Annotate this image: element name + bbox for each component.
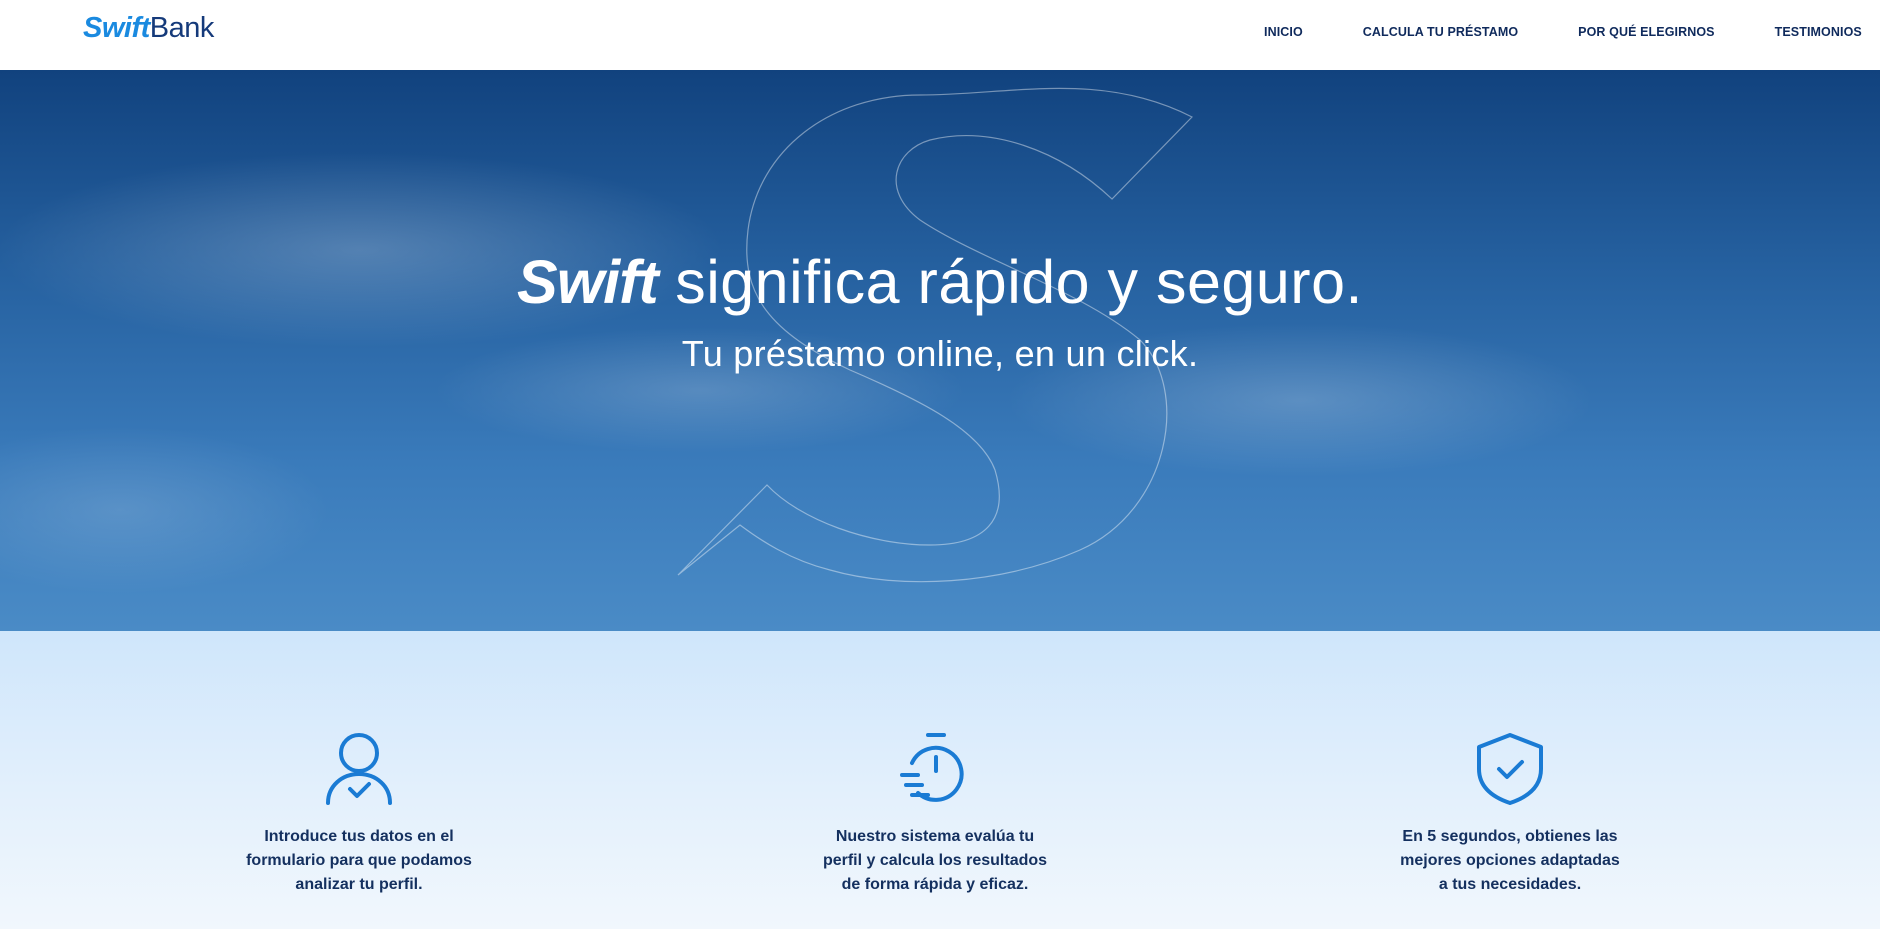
logo-swift: Swift <box>83 12 150 44</box>
feature-results: En 5 segundos, obtienes las mejores opci… <box>1380 731 1640 897</box>
nav-calcula-prestamo[interactable]: CALCULA TU PRÉSTAMO <box>1363 24 1518 40</box>
features-section: Introduce tus datos en el formulario par… <box>0 631 1880 929</box>
hero-banner: Swift significa rápido y seguro. Tu prés… <box>0 70 1880 631</box>
stopwatch-icon <box>900 733 964 802</box>
logo-bank: Bank <box>149 12 215 44</box>
feature-line: mejores opciones adaptadas <box>1400 852 1620 869</box>
hero-title: Swift significa rápido y seguro. <box>0 246 1880 318</box>
user-check-icon <box>326 733 392 805</box>
shield-check-icon <box>1477 733 1543 805</box>
feature-line: analizar tu perfil. <box>295 876 423 893</box>
feature-evaluation: Nuestro sistema evalúa tu perfil y calcu… <box>805 731 1065 897</box>
feature-text: Nuestro sistema evalúa tu perfil y calcu… <box>805 825 1065 897</box>
hero-subtitle: Tu préstamo online, en un click. <box>681 333 1199 374</box>
feature-line: a tus necesidades. <box>1438 876 1582 893</box>
hero-title-rest: significa rápido y seguro. <box>657 248 1363 316</box>
nav-por-que-elegirnos[interactable]: POR QUÉ ELEGIRNOS <box>1578 24 1714 40</box>
feature-line: Introduce tus datos en el <box>264 828 454 845</box>
feature-text: En 5 segundos, obtienes las mejores opci… <box>1380 825 1640 897</box>
feature-data-entry: Introduce tus datos en el formulario par… <box>229 731 489 897</box>
feature-line: perfil y calcula los resultados <box>822 852 1048 869</box>
feature-line: de forma rápida y eficaz. <box>841 876 1029 893</box>
feature-line: Nuestro sistema evalúa tu <box>835 828 1035 845</box>
feature-line: formulario para que podamos <box>246 852 472 869</box>
swiftbank-logo[interactable]: Swift Bank <box>83 12 214 48</box>
hero-title-brand: Swift <box>517 248 659 316</box>
nav-inicio[interactable]: INICIO <box>1264 24 1303 40</box>
site-header: Swift Bank INICIO CALCULA TU PRÉSTAMO POR… <box>0 0 1880 70</box>
feature-line: En 5 segundos, obtienes las <box>1402 828 1618 845</box>
main-nav: INICIO CALCULA TU PRÉSTAMO POR QUÉ ELEGI… <box>1264 24 1862 40</box>
nav-testimonios[interactable]: TESTIMONIOS <box>1775 24 1862 40</box>
feature-text: Introduce tus datos en el formulario par… <box>229 825 489 897</box>
